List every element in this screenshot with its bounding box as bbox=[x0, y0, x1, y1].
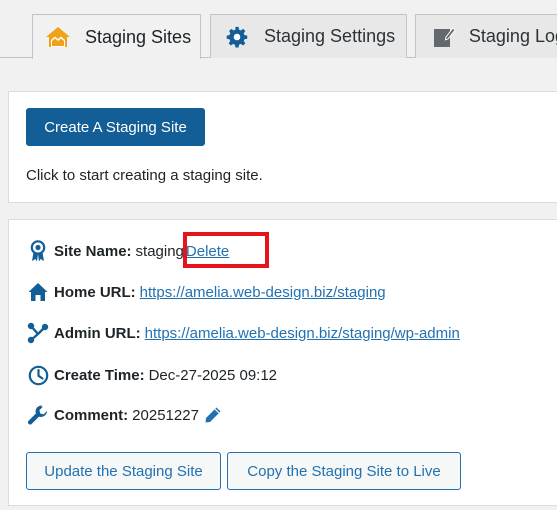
create-hint-text: Click to start creating a staging site. bbox=[26, 167, 263, 184]
site-name-value: staging bbox=[135, 242, 184, 260]
clock-icon bbox=[26, 363, 50, 387]
site-name-label: Site Name: bbox=[54, 242, 132, 260]
home-icon bbox=[26, 280, 50, 304]
page: Staging Sites Staging Settings Staging L… bbox=[0, 0, 557, 510]
tab-label: Staging Logs bbox=[468, 26, 557, 46]
create-time-label: Create Time: bbox=[54, 366, 145, 384]
comment-label: Comment: bbox=[54, 406, 129, 424]
award-icon bbox=[26, 239, 50, 263]
admin-url-link[interactable]: https://amelia.web-design.biz/staging/wp… bbox=[145, 325, 460, 342]
create-time-row: Create Time: Dec-27-2025 09:12 bbox=[26, 363, 277, 387]
pencil-edit-icon[interactable] bbox=[201, 403, 225, 427]
staging-home-icon bbox=[45, 24, 71, 50]
tab-staging-logs[interactable]: Staging Logs bbox=[415, 14, 557, 58]
tab-staging-settings[interactable]: Staging Settings bbox=[210, 14, 407, 58]
create-time-value: Dec-27-2025 09:12 bbox=[148, 366, 278, 384]
home-url-row: Home URL: https://amelia.web-design.biz/… bbox=[26, 280, 386, 304]
copy-staging-to-live-button[interactable]: Copy the Staging Site to Live bbox=[227, 452, 461, 490]
wrench-icon bbox=[26, 403, 50, 427]
tab-bar: Staging Sites Staging Settings Staging L… bbox=[0, 0, 557, 59]
home-url-link[interactable]: https://amelia.web-design.biz/staging bbox=[140, 284, 386, 301]
gear-icon bbox=[224, 24, 250, 50]
update-staging-site-button[interactable]: Update the Staging Site bbox=[26, 452, 221, 490]
admin-url-row: Admin URL: https://amelia.web-design.biz… bbox=[26, 321, 460, 345]
create-staging-site-button[interactable]: Create A Staging Site bbox=[26, 108, 205, 146]
staging-site-panel: Site Name: staging Delete Home URL: http… bbox=[8, 219, 557, 506]
delete-highlight-box bbox=[183, 232, 269, 268]
network-icon bbox=[26, 321, 50, 345]
home-url-label: Home URL: bbox=[54, 283, 136, 301]
tab-label: Staging Sites bbox=[85, 26, 192, 47]
tab-staging-sites[interactable]: Staging Sites bbox=[32, 14, 201, 59]
admin-url-label: Admin URL: bbox=[54, 324, 141, 342]
edit-log-icon bbox=[432, 24, 456, 50]
create-staging-panel: Create A Staging Site Click to start cre… bbox=[8, 91, 557, 203]
tab-label: Staging Settings bbox=[264, 26, 396, 46]
comment-value: 20251227 bbox=[132, 406, 199, 424]
comment-row: Comment: 20251227 bbox=[26, 403, 229, 427]
